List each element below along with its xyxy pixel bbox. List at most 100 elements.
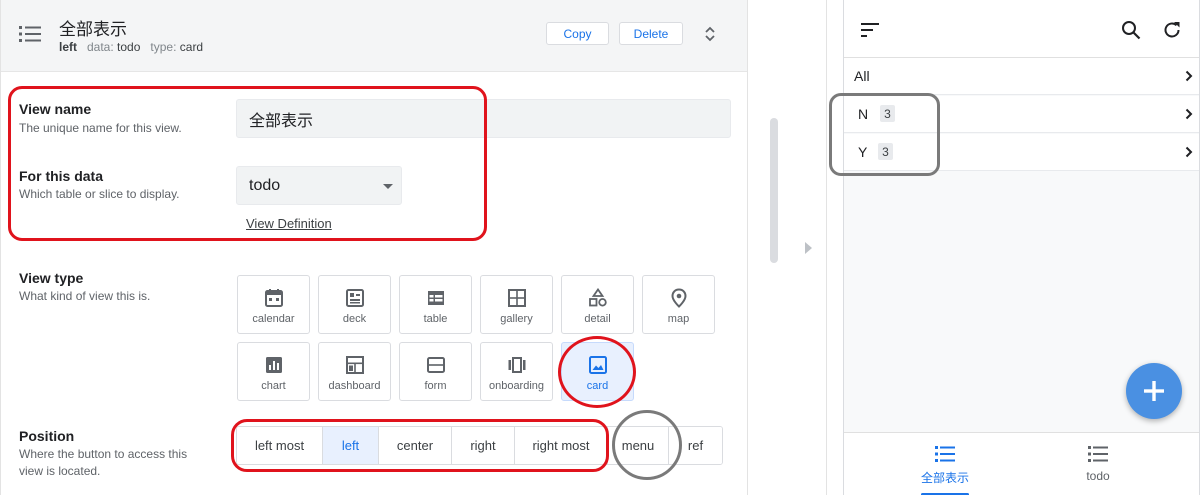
list-view-icon [19, 26, 41, 42]
chevron-right-icon [1185, 108, 1193, 120]
nav-item-zenbu[interactable]: 全部表示 [856, 433, 1034, 495]
data-value: todo [117, 40, 141, 54]
add-fab-button[interactable] [1126, 363, 1182, 419]
plus-icon [1144, 381, 1164, 401]
form-icon [426, 357, 445, 373]
onboarding-icon [508, 357, 525, 373]
view-type-gallery[interactable]: gallery [480, 275, 553, 334]
chevron-right-icon [1185, 70, 1193, 82]
copy-button[interactable]: Copy [546, 22, 609, 45]
view-type-label: View type [19, 270, 84, 286]
view-position-text: left [59, 40, 77, 54]
count-badge: 3 [880, 105, 895, 122]
view-type-dashboard[interactable]: dashboard [318, 342, 391, 401]
list-item[interactable]: Y 3 [844, 134, 1199, 171]
view-name-description: The unique name for this view. [19, 121, 182, 135]
app-preview: All N 3 Y 3 全部表示 todo [843, 0, 1200, 495]
dropdown-caret-icon [383, 184, 393, 189]
data-source-value: todo [249, 176, 281, 194]
nav-label: todo [1086, 469, 1110, 483]
view-type-map[interactable]: map [642, 275, 715, 334]
nav-item-todo[interactable]: todo [1009, 433, 1187, 495]
bottom-nav: 全部表示 todo [844, 432, 1199, 495]
view-type-chart[interactable]: chart [237, 342, 310, 401]
preview-top-bar [844, 0, 1199, 58]
view-type-description: What kind of view this is. [19, 289, 151, 303]
tile-label: calendar [252, 313, 295, 325]
tile-label: chart [261, 380, 286, 392]
position-ref[interactable]: ref [669, 427, 722, 464]
deck-icon [345, 289, 364, 307]
group-label: N [858, 106, 869, 122]
group-label: All [854, 68, 870, 84]
sort-menu-icon[interactable] [861, 23, 879, 37]
position-right-most[interactable]: right most [515, 427, 608, 464]
delete-button[interactable]: Delete [619, 22, 683, 45]
tile-label: map [667, 313, 690, 325]
position-menu[interactable]: menu [608, 427, 669, 464]
data-source-select[interactable]: todo [236, 166, 402, 205]
tile-label: table [423, 313, 448, 325]
for-data-description: Which table or slice to display. [19, 187, 180, 201]
position-label: Position [19, 428, 75, 444]
list-item[interactable]: N 3 [844, 96, 1199, 133]
list-view-icon [1088, 446, 1108, 462]
chart-icon [265, 357, 282, 373]
view-type-onboarding[interactable]: onboarding [480, 342, 553, 401]
refresh-icon[interactable] [1162, 20, 1182, 40]
dashboard-icon [345, 356, 364, 374]
position-center[interactable]: center [379, 427, 452, 464]
view-type-meta: type: card [150, 40, 203, 54]
tile-label: gallery [500, 313, 533, 325]
panel-divider [826, 0, 827, 495]
tile-label: onboarding [488, 380, 545, 392]
data-key: data: [87, 40, 114, 54]
view-type-detail[interactable]: detail [561, 275, 634, 334]
view-editor-panel: 全部表示 left data: todo type: card Copy Delet… [0, 0, 748, 495]
position-segmented-control: left most left center right right most m… [236, 426, 723, 465]
editor-scrollbar[interactable] [770, 118, 778, 263]
view-type-form[interactable]: form [399, 342, 472, 401]
tile-label: card [586, 380, 609, 392]
view-type-calendar[interactable]: calendar [237, 275, 310, 334]
type-key: type: [150, 40, 177, 54]
nav-label: 全部表示 [920, 471, 969, 485]
view-type-deck[interactable]: deck [318, 275, 391, 334]
view-type-table[interactable]: table [399, 275, 472, 334]
table-icon [427, 291, 444, 305]
chevron-right-icon [1185, 146, 1193, 158]
count-badge: 3 [878, 143, 893, 160]
calendar-icon [264, 289, 283, 307]
position-right[interactable]: right [452, 427, 515, 464]
position-left[interactable]: left [323, 427, 379, 464]
view-type-card[interactable]: card [561, 342, 634, 401]
view-title: 全部表示 [59, 20, 127, 39]
view-definition-link[interactable]: View Definition [246, 216, 332, 231]
view-header[interactable]: 全部表示 left data: todo type: card Copy Delet… [1, 0, 747, 72]
list-item[interactable]: All [844, 58, 1199, 95]
tile-label: detail [584, 313, 611, 325]
tile-label: deck [342, 313, 367, 325]
list-view-icon [935, 446, 955, 462]
tile-label: form [424, 380, 447, 392]
map-pin-icon [670, 288, 687, 308]
detail-icon [588, 288, 607, 307]
expand-collapse-icon[interactable] [703, 24, 717, 44]
view-name-label: View name [19, 101, 92, 117]
position-description-line: Where the button to access this [19, 447, 188, 461]
search-icon[interactable] [1121, 20, 1141, 40]
for-data-label: For this data [19, 168, 104, 184]
position-left-most[interactable]: left most [237, 427, 323, 464]
group-label: Y [858, 144, 868, 160]
position-description: Where the button to access this view is … [19, 446, 187, 480]
tile-label: dashboard [328, 380, 381, 392]
panel-expand-arrow-icon[interactable] [805, 242, 812, 254]
image-icon [588, 356, 607, 374]
view-data-meta: data: todo [87, 40, 140, 54]
app-root: 全部表示 left data: todo type: card Copy Delet… [0, 0, 1200, 495]
position-description-line: view is located. [19, 464, 101, 478]
view-subtitle: left data: todo type: card [59, 40, 213, 54]
gallery-icon [507, 289, 526, 307]
view-name-input[interactable]: 全部表示 [236, 99, 731, 138]
type-value: card [179, 40, 204, 54]
